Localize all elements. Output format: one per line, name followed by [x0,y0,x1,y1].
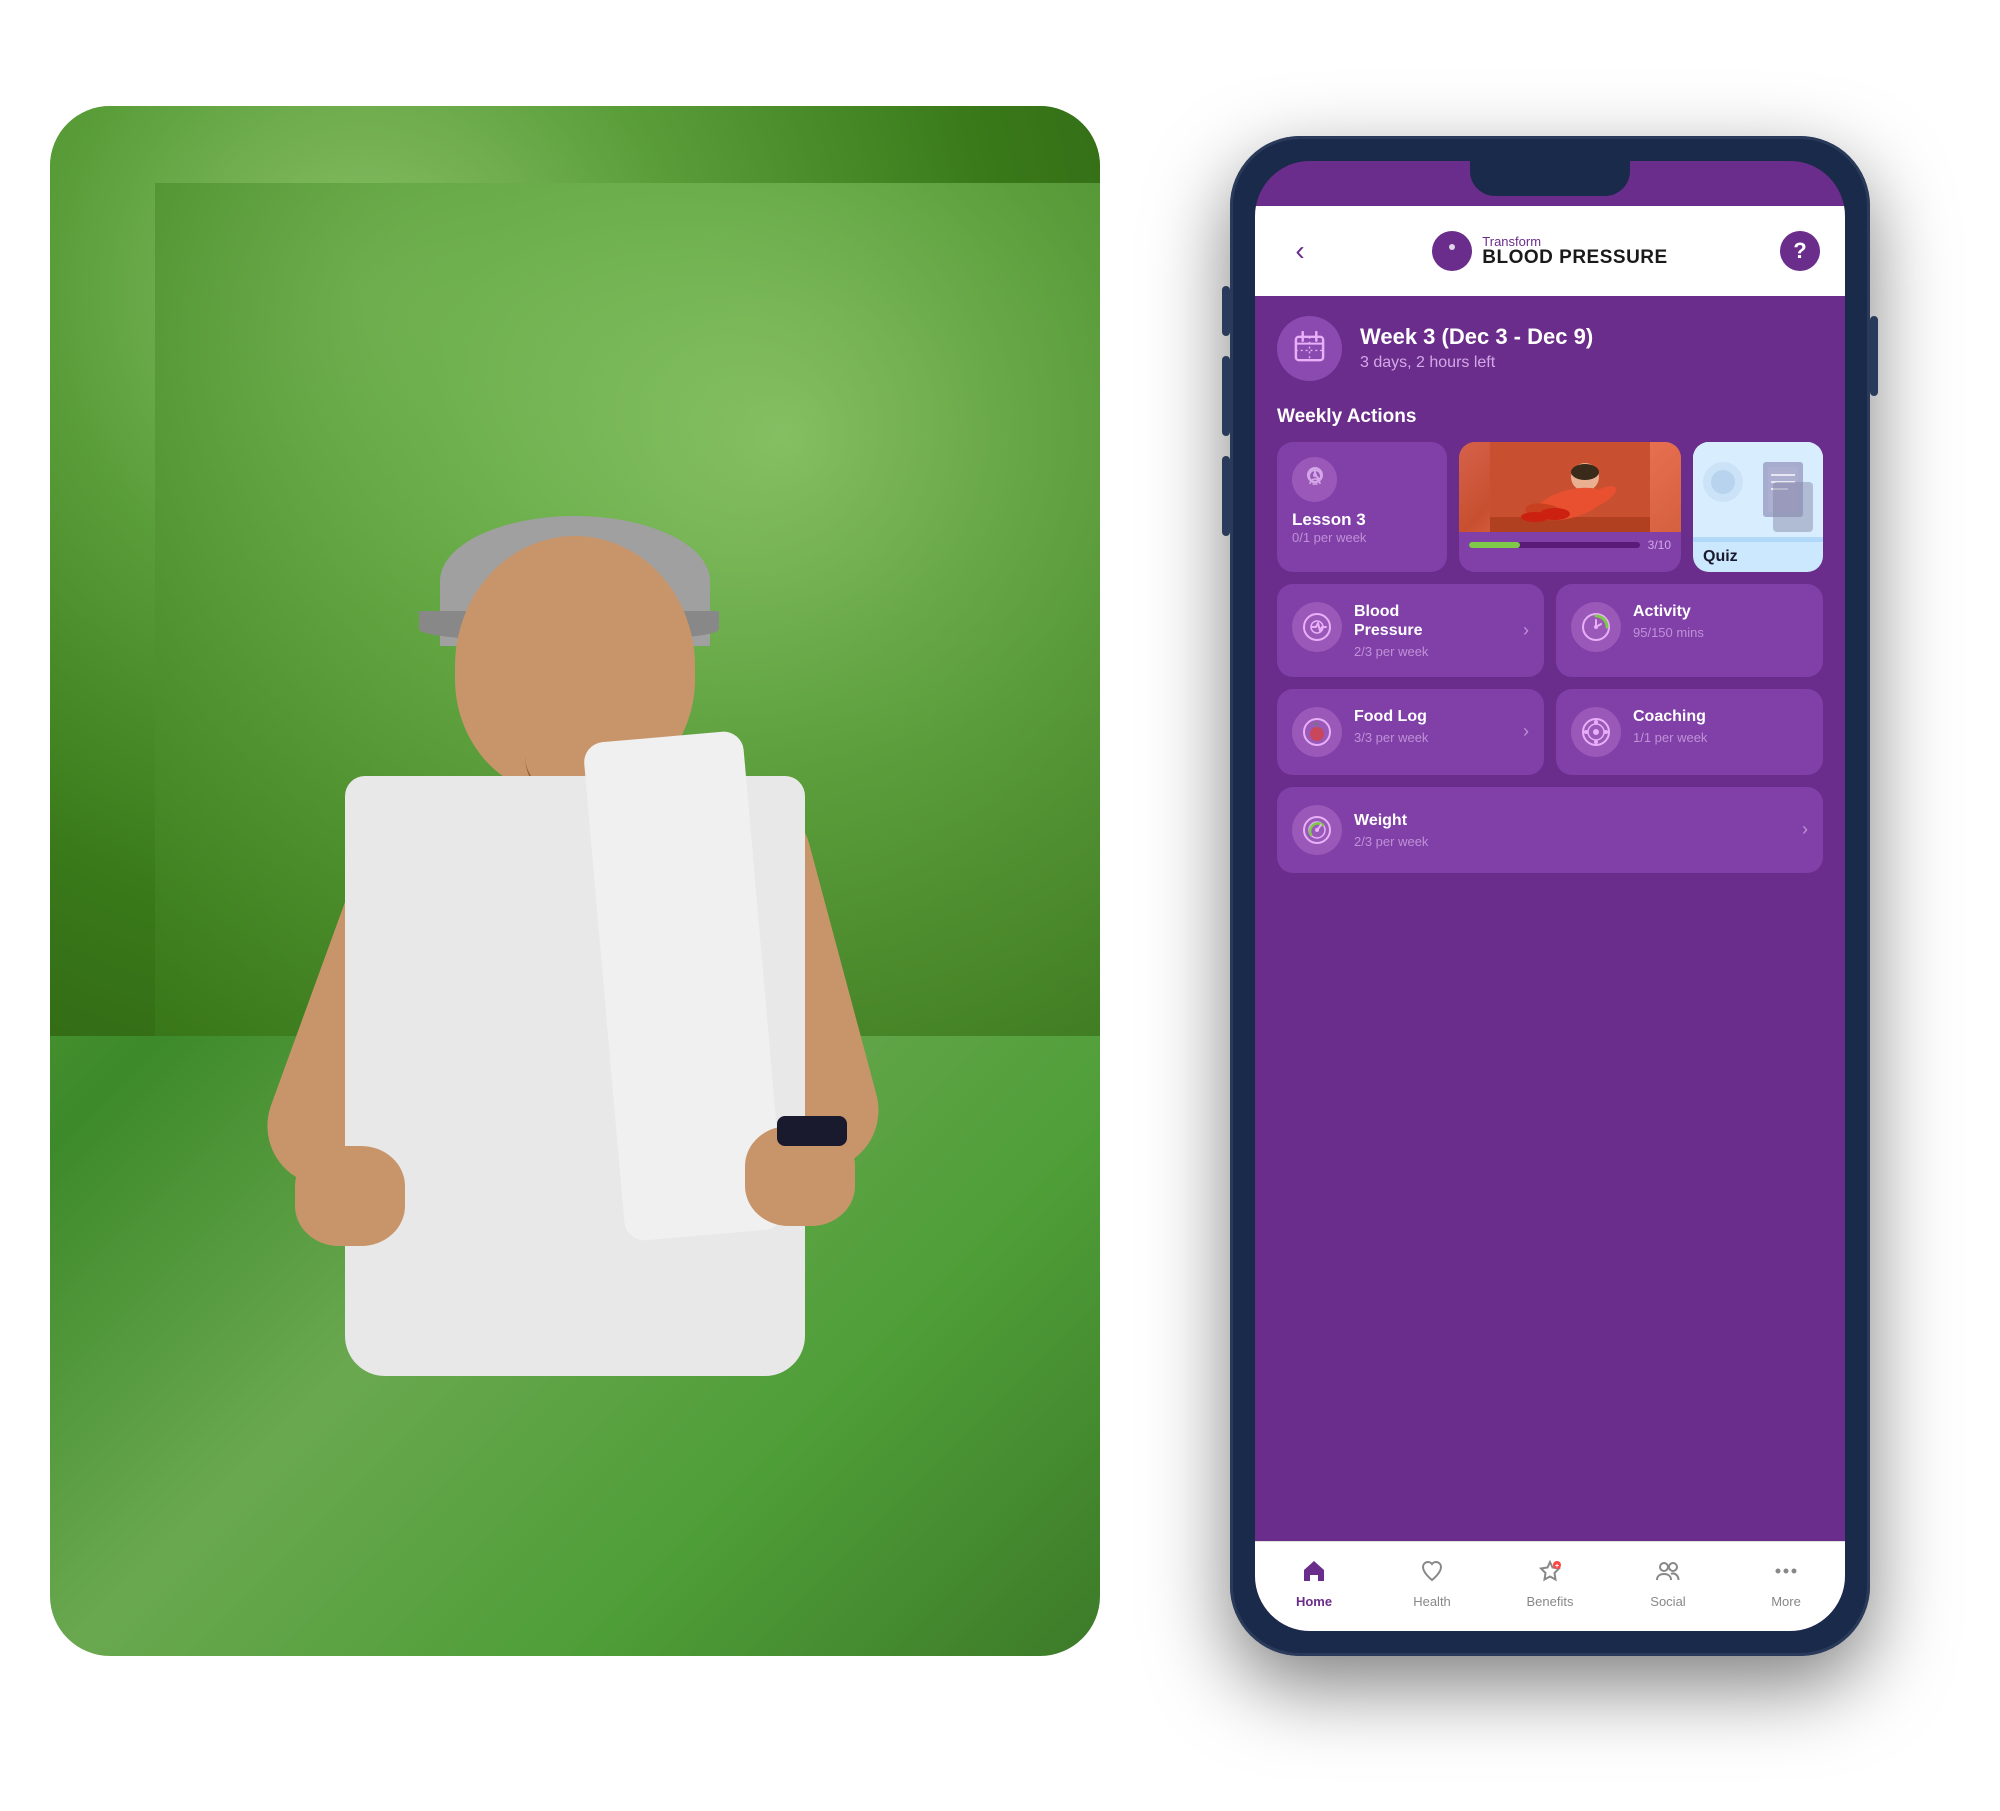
nav-home[interactable]: Home [1274,1558,1354,1609]
quiz-decoration [1773,482,1813,532]
food-log-title: Food Log [1354,707,1428,726]
lesson-title: Lesson 3 [1292,510,1366,530]
progress-bar [1469,542,1640,548]
app-logo [1432,231,1472,271]
svg-text:+: + [1555,1563,1559,1570]
activity-subtitle: 95/150 mins [1633,625,1704,640]
person-photo [50,106,1100,1656]
nav-more-label: More [1771,1594,1801,1609]
food-log-icon [1292,707,1342,757]
coaching-subtitle: 1/1 per week [1633,730,1707,745]
phone-notch [1470,161,1630,196]
activity-icon [1571,602,1621,652]
quiz-label: Quiz [1703,548,1738,565]
home-icon [1301,1558,1327,1591]
nav-social[interactable]: Social [1628,1558,1708,1609]
help-button[interactable]: ? [1780,231,1820,271]
actions-top-row: Lesson 3 0/1 per week [1277,442,1823,572]
health-icon [1419,1558,1445,1591]
blood-pressure-info: BloodPressure 2/3 per week [1354,602,1428,659]
phone-shell: ‹ Transform BLOOD PRESSURE [1230,136,1870,1656]
activity-info: Activity 95/150 mins [1633,602,1704,640]
week-title: Week 3 (Dec 3 - Dec 9) [1360,324,1593,350]
fist-left [295,1146,405,1246]
nav-social-label: Social [1650,1594,1685,1609]
volume-up-button [1222,356,1230,436]
weight-card[interactable]: Weight 2/3 per week › [1277,787,1823,873]
food-log-arrow: › [1523,721,1529,742]
nav-more[interactable]: More [1746,1558,1826,1609]
coaching-card[interactable]: Coaching 1/1 per week [1556,689,1823,775]
weekly-actions-title: Weekly Actions [1277,406,1823,428]
nav-benefits-label: Benefits [1527,1594,1574,1609]
nav-health-label: Health [1413,1594,1451,1609]
nav-home-label: Home [1296,1594,1332,1609]
week-subtitle: 3 days, 2 hours left [1360,354,1593,372]
back-button[interactable]: ‹ [1280,231,1320,271]
app-title: BLOOD PRESSURE [1482,248,1667,267]
lesson-icon [1292,457,1337,502]
actions-grid: BloodPressure 2/3 per week › [1277,584,1823,775]
weight-info: Weight 2/3 per week [1354,811,1428,849]
header-text: Transform BLOOD PRESSURE [1482,235,1667,267]
weight-subtitle: 2/3 per week [1354,834,1428,849]
social-icon [1655,1558,1681,1591]
quiz-card[interactable]: Quiz [1693,442,1823,572]
scene: ‹ Transform BLOOD PRESSURE [50,56,1950,1756]
header-title: Transform BLOOD PRESSURE [1432,231,1667,271]
exercise-progress: 3/10 [1459,532,1681,558]
week-info: Week 3 (Dec 3 - Dec 9) 3 days, 2 hours l… [1360,324,1593,372]
nav-benefits[interactable]: + Benefits [1510,1558,1590,1609]
coaching-icon [1571,707,1621,757]
lesson-card[interactable]: Lesson 3 0/1 per week [1277,442,1447,572]
lesson-subtitle: 0/1 per week [1292,530,1366,545]
phone-screen: ‹ Transform BLOOD PRESSURE [1255,161,1845,1631]
progress-fill [1469,542,1520,548]
phone-device: ‹ Transform BLOOD PRESSURE [1150,136,1950,1686]
mute-button [1222,286,1230,336]
quiz-image-area [1693,442,1823,542]
food-log-info: Food Log 3/3 per week [1354,707,1428,745]
coaching-info: Coaching 1/1 per week [1633,707,1707,745]
exercise-image [1459,442,1681,532]
week-banner: Week 3 (Dec 3 - Dec 9) 3 days, 2 hours l… [1277,316,1823,381]
blood-pressure-subtitle: 2/3 per week [1354,644,1428,659]
weight-icon [1292,805,1342,855]
watch [777,1116,847,1146]
power-button [1870,316,1878,396]
weight-arrow: › [1802,819,1808,840]
app-header: ‹ Transform BLOOD PRESSURE [1255,206,1845,296]
more-icon [1773,1558,1799,1591]
blood-pressure-arrow: › [1523,620,1529,641]
week-icon [1277,316,1342,381]
activity-card[interactable]: Activity 95/150 mins [1556,584,1823,677]
blood-pressure-icon [1292,602,1342,652]
blood-pressure-card[interactable]: BloodPressure 2/3 per week › [1277,584,1544,677]
food-log-card[interactable]: Food Log 3/3 per week › [1277,689,1544,775]
blood-pressure-title: BloodPressure [1354,602,1428,640]
coaching-title: Coaching [1633,707,1707,726]
nav-health[interactable]: Health [1392,1558,1472,1609]
weight-title: Weight [1354,811,1428,830]
app-body: Week 3 (Dec 3 - Dec 9) 3 days, 2 hours l… [1255,296,1845,1551]
exercise-card[interactable]: 3/10 [1459,442,1681,572]
activity-title: Activity [1633,602,1704,621]
quiz-label-area: Quiz [1693,542,1823,572]
food-log-subtitle: 3/3 per week [1354,730,1428,745]
benefits-icon: + [1537,1558,1563,1591]
volume-down-button [1222,456,1230,536]
progress-text: 3/10 [1648,538,1671,552]
bottom-nav: Home Health [1255,1541,1845,1631]
